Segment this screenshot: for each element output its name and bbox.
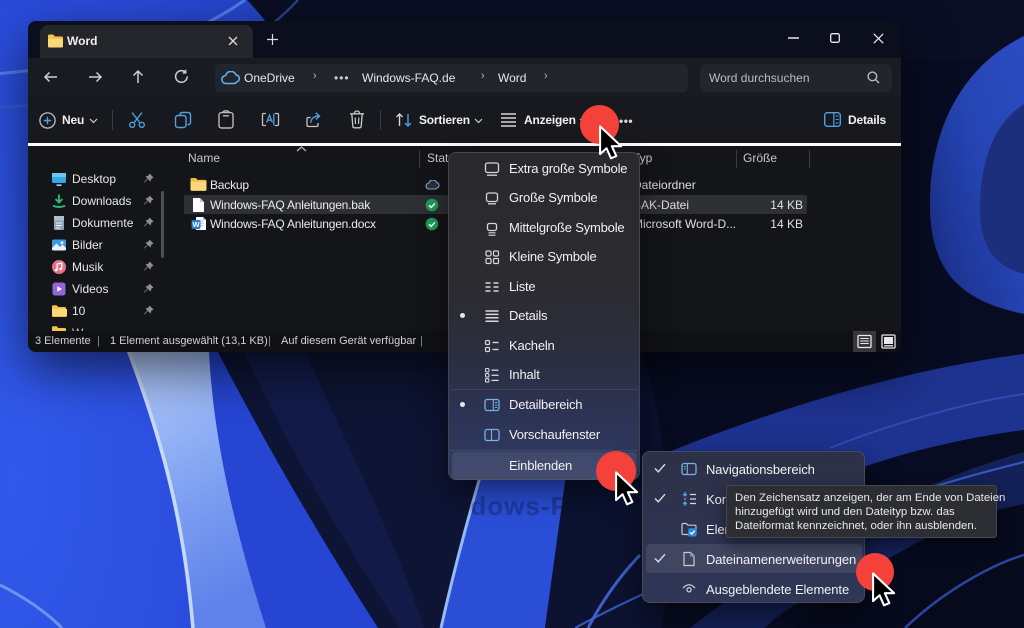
svg-text:W: W bbox=[192, 220, 200, 229]
svg-text:Windows-FAQ: Windows-FAQ bbox=[420, 491, 607, 521]
